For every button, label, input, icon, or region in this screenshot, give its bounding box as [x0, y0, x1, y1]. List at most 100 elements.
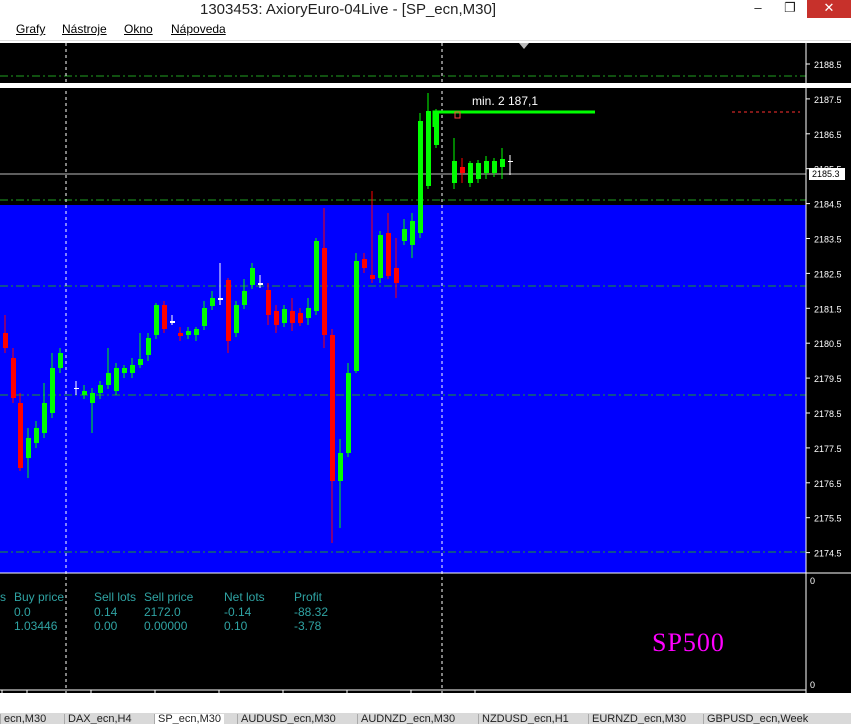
tab-3[interactable]: SP_ecn,M30	[154, 714, 224, 724]
tab-6[interactable]: NZDUSD_ecn,H1	[478, 714, 572, 724]
orders-header-sell-price: Sell price	[144, 590, 194, 604]
candle-bear	[298, 313, 303, 323]
orders-row2-sell-lots: 0.00	[94, 619, 118, 633]
minimize-icon[interactable]: –	[743, 0, 773, 18]
candle-bear	[18, 403, 23, 468]
candle-bull	[130, 365, 135, 373]
symbol-watermark: SP500	[652, 628, 725, 657]
price-label: 2187.5	[814, 95, 842, 105]
candle-bear	[322, 248, 327, 335]
menu-okno[interactable]: Okno	[124, 22, 153, 36]
price-label: 2178.5	[814, 409, 842, 419]
price-label: 2186.5	[814, 130, 842, 140]
window-title: 1303453: AxioryEuro-04Live - [SP_ecn,M30…	[200, 1, 497, 18]
candle-bull	[354, 261, 359, 371]
price-label: 2188.5	[814, 60, 842, 70]
candle-bull	[58, 353, 63, 368]
orders-header-sell-lots: Sell lots	[94, 590, 137, 604]
candle-bull	[314, 241, 319, 311]
tab-5[interactable]: AUDNZD_ecn,M30	[357, 714, 458, 724]
candle-bull	[26, 438, 31, 458]
orders-header-s: s	[0, 590, 6, 604]
candle-bull	[452, 161, 457, 183]
candle-bear	[274, 311, 279, 325]
tab-7[interactable]: EURNZD_ecn,M30	[588, 714, 689, 724]
candle-bear	[508, 161, 513, 162]
tab-2[interactable]: DAX_ecn,H4	[64, 714, 135, 724]
price-label: 2183.5	[814, 235, 842, 245]
min-level-line	[432, 110, 595, 127]
candle-bear	[290, 311, 295, 323]
price-label: 2175.5	[814, 514, 842, 524]
candle-bear	[362, 259, 367, 268]
candle-bull	[90, 393, 95, 403]
candle-bull	[484, 161, 489, 173]
candle-bull	[138, 359, 143, 365]
orders-row1-net-lots: -0.14	[224, 605, 252, 619]
orders-row1-sell-price: 2172.0	[144, 605, 181, 619]
price-label: 2181.5	[814, 304, 842, 314]
tab-1[interactable]: ecn,M30	[0, 714, 49, 724]
candle-bull	[114, 368, 119, 391]
candle-bull	[418, 121, 423, 233]
candle-bull	[250, 268, 255, 285]
tab-8[interactable]: GBPUSD_ecn,Week	[703, 714, 811, 724]
restore-icon[interactable]: ❐	[775, 0, 805, 18]
candle-bull	[218, 298, 223, 300]
candle-bull	[258, 283, 263, 285]
candle-bull	[50, 368, 55, 413]
candle-bull	[186, 331, 191, 335]
title-bar: 1303453: AxioryEuro-04Live - [SP_ecn,M30…	[0, 0, 851, 20]
subaxis-bottom-label: 0	[810, 680, 815, 690]
candle-bear	[11, 358, 16, 398]
subaxis-top-label: 0	[810, 576, 815, 586]
candle-bull	[34, 428, 39, 443]
candle-bull	[242, 291, 247, 305]
candle-bull	[146, 338, 151, 355]
menu-napoveda[interactable]: Nápoveda	[171, 22, 226, 36]
price-label: 2180.5	[814, 339, 842, 349]
white-line	[0, 83, 851, 88]
tab-4[interactable]: AUDUSD_ecn,M30	[237, 714, 339, 724]
orders-header-buy-price: Buy price	[14, 590, 65, 604]
candle-bull	[282, 309, 287, 323]
close-icon[interactable]: ✕	[807, 0, 851, 18]
candle-bull	[338, 453, 343, 481]
orders-header-profit: Profit	[294, 590, 323, 604]
chart-shift-icon[interactable]	[519, 43, 529, 49]
candle-bull	[202, 308, 207, 326]
candle-bear	[330, 335, 335, 481]
menu-nastroje[interactable]: Nástroje	[62, 22, 107, 36]
candle-bear	[74, 388, 79, 389]
current-price-label: 2185.3	[812, 169, 840, 179]
candle-bull	[346, 373, 351, 453]
price-label: 2184.5	[814, 200, 842, 210]
candle-bull	[492, 161, 497, 173]
menu-grafy[interactable]: Grafy	[16, 22, 45, 36]
candle-bull	[106, 373, 111, 385]
candle-bear	[370, 275, 375, 279]
candle-bull	[476, 163, 481, 179]
candle-bull	[122, 368, 127, 373]
candle-bear	[178, 333, 183, 336]
orders-row1-sell-lots: 0.14	[94, 605, 118, 619]
orders-row1-profit: -88.32	[294, 605, 329, 619]
chart-tabs: ecn,M30 DAX_ecn,H4 SP_ecn,M30 AUDUSD_ecn…	[0, 713, 851, 724]
candle-bear	[394, 268, 399, 283]
candle-bull	[500, 159, 505, 167]
orders-row2-buy-price: 1.03446	[14, 619, 58, 633]
price-label: 2179.5	[814, 374, 842, 384]
candle-bull	[306, 308, 311, 318]
candle-bull	[170, 321, 175, 323]
candle-bull	[410, 221, 415, 245]
candle-bull	[82, 391, 87, 395]
candle-bull	[98, 385, 103, 393]
price-label: 2177.5	[814, 444, 842, 454]
orders-row2-sell-price: 0.00000	[144, 619, 188, 633]
candle-bull	[194, 329, 199, 335]
candle-bull	[210, 298, 215, 306]
candle-bull	[402, 229, 407, 241]
candle-bull	[154, 305, 159, 335]
candle-bear	[162, 305, 167, 329]
orders-row1-buy-price: 0.0	[14, 605, 31, 619]
